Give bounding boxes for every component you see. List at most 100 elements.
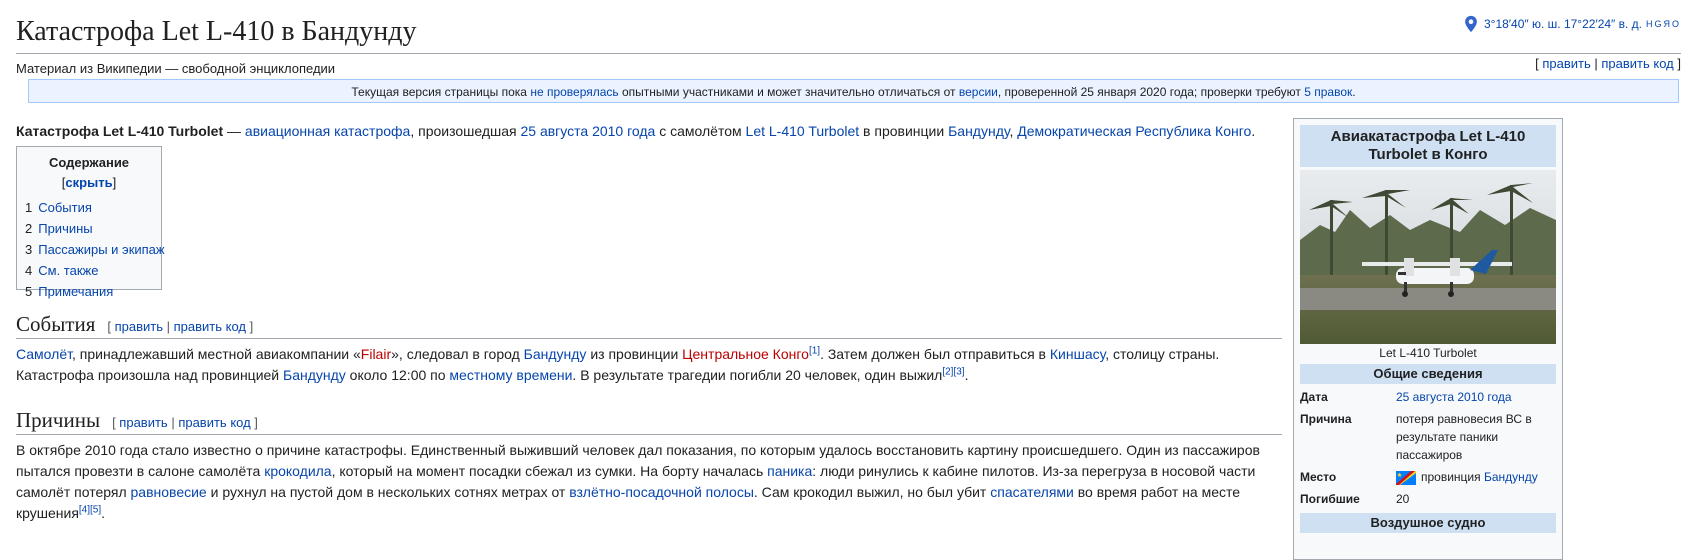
text: из провинции bbox=[586, 346, 683, 362]
infobox-row-place: Место провинция Бандунду bbox=[1300, 466, 1556, 488]
link-kinshasa[interactable]: Киншасу bbox=[1050, 346, 1105, 362]
toc-item[interactable]: 2 Причины bbox=[25, 218, 153, 239]
toc-hide-toggle[interactable]: скрыть bbox=[65, 175, 112, 190]
version-link[interactable]: версии bbox=[959, 85, 998, 99]
link-local-time[interactable]: местному времени bbox=[449, 367, 572, 383]
link-panic[interactable]: паника bbox=[767, 463, 812, 479]
toc-number: 5 bbox=[25, 284, 33, 299]
text: , произошедшая bbox=[410, 123, 521, 139]
infobox-row-date: Дата 25 августа 2010 года bbox=[1300, 386, 1556, 408]
link-crocodile[interactable]: крокодила bbox=[264, 463, 331, 479]
table-of-contents: Содержание [скрыть] 1 События 2 Причины 3П… bbox=[16, 146, 165, 299]
not-reviewed-link[interactable]: не проверялась bbox=[530, 85, 618, 99]
separator: | bbox=[167, 415, 179, 430]
toc-link-events[interactable]: События bbox=[38, 200, 92, 215]
toc-link-passengers[interactable]: Пассажиры и экипаж bbox=[38, 242, 164, 257]
separator: | bbox=[1590, 56, 1602, 71]
bracket: [ bbox=[107, 319, 115, 334]
section-edit-link[interactable]: править bbox=[115, 319, 163, 334]
bracket: ] bbox=[1673, 56, 1681, 71]
text: , который на момент посадки сбежал из су… bbox=[331, 463, 768, 479]
site-tagline: Материал из Википедии — свободной энцикл… bbox=[16, 61, 336, 76]
section-edit-links: [ править | править код ] bbox=[112, 415, 258, 430]
text: в провинции bbox=[859, 123, 949, 139]
text: », следовал в город bbox=[391, 346, 524, 362]
toc-number: 1 bbox=[25, 200, 33, 215]
review-notice: Текущая версия страницы пока не проверял… bbox=[28, 79, 1679, 103]
link-balance[interactable]: равновесие bbox=[131, 484, 207, 500]
text: . bbox=[964, 367, 969, 383]
page-title: Катастрофа Let L-410 в Бандунду bbox=[16, 16, 417, 47]
causes-paragraph: В октябре 2010 года стало известно о при… bbox=[16, 440, 1282, 524]
section-edit-source-link[interactable]: править код bbox=[174, 319, 246, 334]
section-edit-link[interactable]: править bbox=[119, 415, 167, 430]
notice-text: , проверенной 25 января 2020 года; прове… bbox=[997, 85, 1305, 99]
footnote-ref[interactable]: [1] bbox=[809, 345, 820, 356]
notice-text: Текущая версия страницы пока bbox=[351, 85, 531, 99]
photo-caption: Let L-410 Turbolet bbox=[1379, 346, 1477, 360]
pending-edits-link[interactable]: 5 правок bbox=[1304, 85, 1352, 99]
row-key: Причина bbox=[1300, 412, 1352, 426]
toc-item[interactable]: 3 Пассажиры и экипаж bbox=[25, 239, 165, 260]
footnote-ref[interactable]: [5] bbox=[90, 504, 101, 515]
row-key: Место bbox=[1300, 470, 1337, 484]
row-value: провинция bbox=[1421, 470, 1484, 484]
geo-service-links[interactable]: HGЯO bbox=[1646, 15, 1681, 33]
toc-link-causes[interactable]: Причины bbox=[38, 221, 92, 236]
section-edit-source-link[interactable]: править код bbox=[178, 415, 250, 430]
row-key: Погибшие bbox=[1300, 492, 1360, 506]
map-pin-icon[interactable] bbox=[1462, 15, 1480, 33]
notice-text: . bbox=[1352, 85, 1356, 99]
text: . Затем должен был отправиться в bbox=[820, 346, 1050, 362]
heading-text: Причины bbox=[16, 408, 101, 432]
toc-item[interactable]: 4 См. также bbox=[25, 260, 153, 281]
link-bandundu[interactable]: Бандунду bbox=[283, 367, 346, 383]
link-aircraft[interactable]: Самолёт bbox=[16, 346, 72, 362]
events-paragraph: Самолёт, принадлежавший местной авиакомп… bbox=[16, 344, 1282, 386]
title-divider bbox=[16, 53, 1681, 54]
drc-flag-icon[interactable] bbox=[1396, 470, 1416, 485]
link-aviation-accident[interactable]: авиационная катастрофа bbox=[245, 123, 410, 139]
text: с самолётом bbox=[655, 123, 746, 139]
page-edit-links: [ править | править код ] bbox=[1535, 56, 1681, 71]
redlink-filair[interactable]: Filair bbox=[361, 346, 391, 362]
edit-link[interactable]: править bbox=[1542, 56, 1590, 71]
redlink-central-congo[interactable]: Центральное Конго bbox=[682, 346, 809, 362]
link-drc[interactable]: Демократическая Республика Конго bbox=[1017, 123, 1251, 139]
text: . Сам крокодил выжил, но был убит bbox=[753, 484, 991, 500]
toc-number: 2 bbox=[25, 221, 33, 236]
edit-source-link[interactable]: править код bbox=[1601, 56, 1673, 71]
lead-paragraph: Катастрофа Let L-410 Turbolet — авиацион… bbox=[16, 121, 1406, 141]
link-rescuers[interactable]: спасателями bbox=[990, 484, 1074, 500]
lead-bold-title: Катастрофа Let L-410 Turbolet bbox=[16, 123, 224, 139]
section-heading-causes: Причины [ править | править код ] bbox=[16, 406, 1282, 435]
coordinates-link[interactable]: 3°18′40″ ю. ш. 17°22′24″ в. д. bbox=[1484, 15, 1642, 33]
infobox-section-aircraft: Воздушное судно bbox=[1300, 513, 1556, 533]
place-link[interactable]: Бандунду bbox=[1484, 470, 1538, 484]
date-link[interactable]: 25 августа 2010 года bbox=[1396, 390, 1512, 404]
toc-link-see-also[interactable]: См. также bbox=[38, 263, 98, 278]
aircraft-photo[interactable] bbox=[1300, 170, 1556, 344]
footnote-ref[interactable]: [2] bbox=[942, 366, 953, 377]
link-bandundu[interactable]: Бандунду bbox=[524, 346, 587, 362]
infobox-section-general: Общие сведения bbox=[1300, 364, 1556, 384]
text: около 12:00 по bbox=[345, 367, 450, 383]
link-runway[interactable]: взлётно-посадочной полосы bbox=[569, 484, 754, 500]
link-aircraft[interactable]: Let L-410 Turbolet bbox=[746, 123, 860, 139]
toc-link-notes[interactable]: Примечания bbox=[38, 284, 113, 299]
row-value: потеря равновесия ВС в результате паники… bbox=[1396, 412, 1532, 462]
infobox: Авиакатастрофа Let L-410 Turbolet в Конг… bbox=[1293, 118, 1563, 560]
link-date[interactable]: 25 августа 2010 года bbox=[521, 123, 656, 139]
text: , принадлежавший местной авиакомпании « bbox=[71, 346, 361, 362]
footnote-ref[interactable]: [3] bbox=[953, 366, 964, 377]
row-value: 20 bbox=[1396, 492, 1410, 506]
link-bandundu[interactable]: Бандунду bbox=[948, 123, 1009, 139]
footnote-ref[interactable]: [4] bbox=[79, 504, 90, 515]
toc-number: 3 bbox=[25, 242, 33, 257]
row-key: Дата bbox=[1300, 390, 1328, 404]
toc-item[interactable]: 1 События bbox=[25, 197, 153, 218]
text: — bbox=[223, 123, 245, 139]
bracket: ] bbox=[112, 175, 117, 190]
toc-item[interactable]: 5 Примечания bbox=[25, 281, 153, 302]
infobox-row-dead: Погибшие 20 bbox=[1300, 488, 1556, 510]
